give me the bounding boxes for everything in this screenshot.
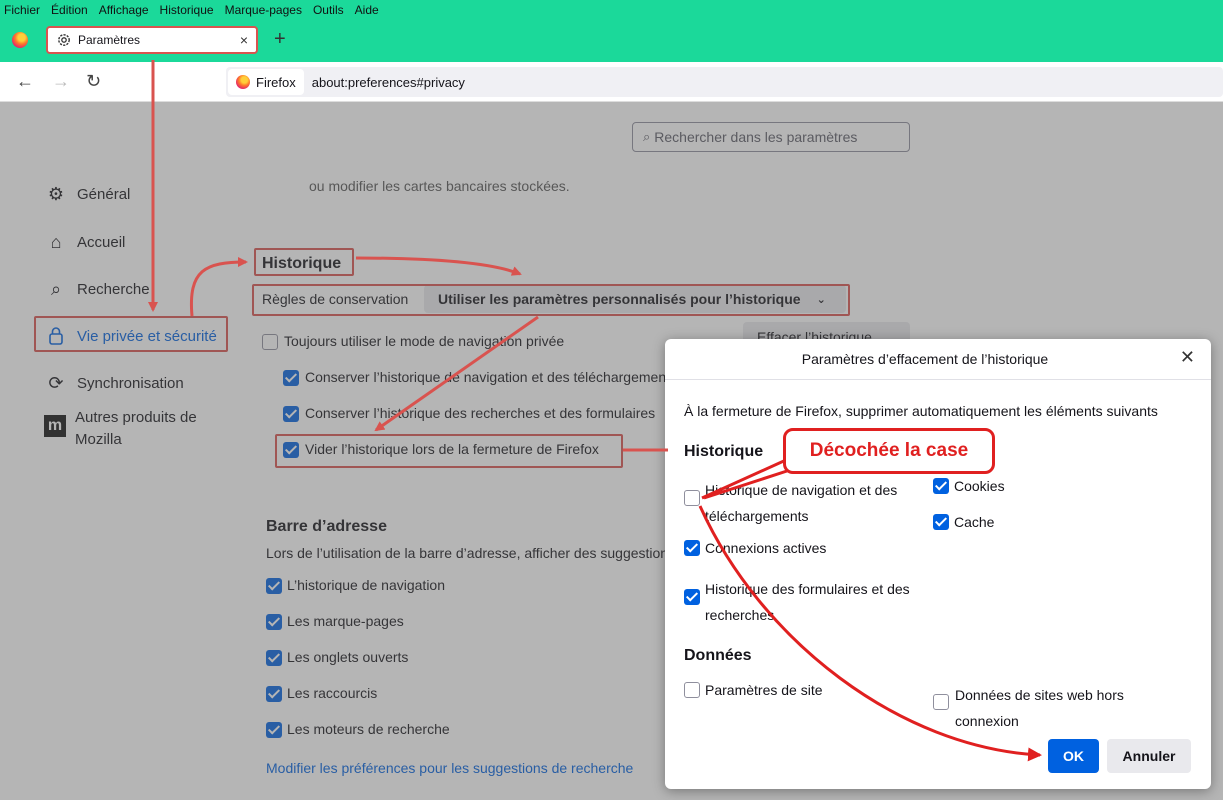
cookies-label: Cookies bbox=[954, 478, 1005, 494]
tab-strip: Paramètres × + bbox=[0, 20, 1223, 62]
site-settings-checkbox[interactable] bbox=[684, 682, 700, 698]
menu-aide[interactable]: Aide bbox=[355, 3, 379, 17]
close-tab-icon[interactable]: × bbox=[240, 32, 248, 48]
firefox-logo-icon[interactable] bbox=[12, 32, 28, 48]
menu-bar: Fichier Édition Affichage Historique Mar… bbox=[0, 0, 1223, 20]
dialog-intro: À la fermeture de Firefox, supprimer aut… bbox=[684, 403, 1158, 419]
annotation-callout: Décochée la case bbox=[783, 428, 995, 474]
cache-label: Cache bbox=[954, 514, 995, 530]
offline-data-checkbox[interactable] bbox=[933, 694, 949, 710]
url-text[interactable]: about:preferences#privacy bbox=[312, 75, 465, 90]
nav-bar: ← → ↻ Firefox about:preferences#privacy bbox=[0, 62, 1223, 102]
close-icon[interactable]: ✕ bbox=[1180, 347, 1195, 368]
nav-history-label: Historique de navigation et des téléchar… bbox=[705, 482, 898, 524]
menu-fichier[interactable]: Fichier bbox=[4, 3, 40, 17]
tab-parametres[interactable]: Paramètres × bbox=[46, 26, 258, 54]
active-logins-checkbox[interactable] bbox=[684, 540, 700, 556]
menu-affichage[interactable]: Affichage bbox=[99, 3, 149, 17]
dialog-history-heading: Historique bbox=[684, 443, 764, 460]
reload-button[interactable]: ↻ bbox=[86, 71, 101, 92]
dialog-title: Paramètres d’effacement de l’historique bbox=[801, 351, 1049, 367]
site-settings-label: Paramètres de site bbox=[705, 682, 823, 698]
identity-label: Firefox bbox=[256, 74, 296, 90]
dialog-data-heading: Données bbox=[684, 647, 752, 664]
cookies-checkbox[interactable] bbox=[933, 478, 949, 494]
firefox-icon bbox=[236, 75, 250, 89]
gear-icon bbox=[58, 34, 70, 46]
form-history-checkbox[interactable] bbox=[684, 589, 700, 605]
nav-history-checkbox[interactable] bbox=[684, 490, 700, 506]
tab-title: Paramètres bbox=[78, 33, 141, 47]
menu-outils[interactable]: Outils bbox=[313, 3, 344, 17]
cancel-button[interactable]: Annuler bbox=[1107, 739, 1191, 773]
offline-data-label: Données de sites web hors connexion bbox=[955, 687, 1124, 729]
cache-checkbox[interactable] bbox=[933, 514, 949, 530]
dialog-divider bbox=[665, 379, 1211, 380]
ok-button[interactable]: OK bbox=[1048, 739, 1099, 773]
url-bar[interactable]: Firefox about:preferences#privacy bbox=[226, 67, 1223, 97]
new-tab-button[interactable]: + bbox=[274, 28, 286, 51]
menu-marque-pages[interactable]: Marque-pages bbox=[225, 3, 302, 17]
menu-historique[interactable]: Historique bbox=[160, 3, 214, 17]
identity-box[interactable]: Firefox bbox=[228, 69, 304, 95]
back-button[interactable]: ← bbox=[16, 71, 34, 92]
clear-history-settings-dialog: Paramètres d’effacement de l’historique … bbox=[665, 339, 1211, 789]
active-logins-label: Connexions actives bbox=[705, 540, 827, 556]
forward-button[interactable]: → bbox=[52, 71, 70, 92]
form-history-label: Historique des formulaires et des recher… bbox=[705, 581, 910, 623]
menu-edition[interactable]: Édition bbox=[51, 3, 88, 17]
